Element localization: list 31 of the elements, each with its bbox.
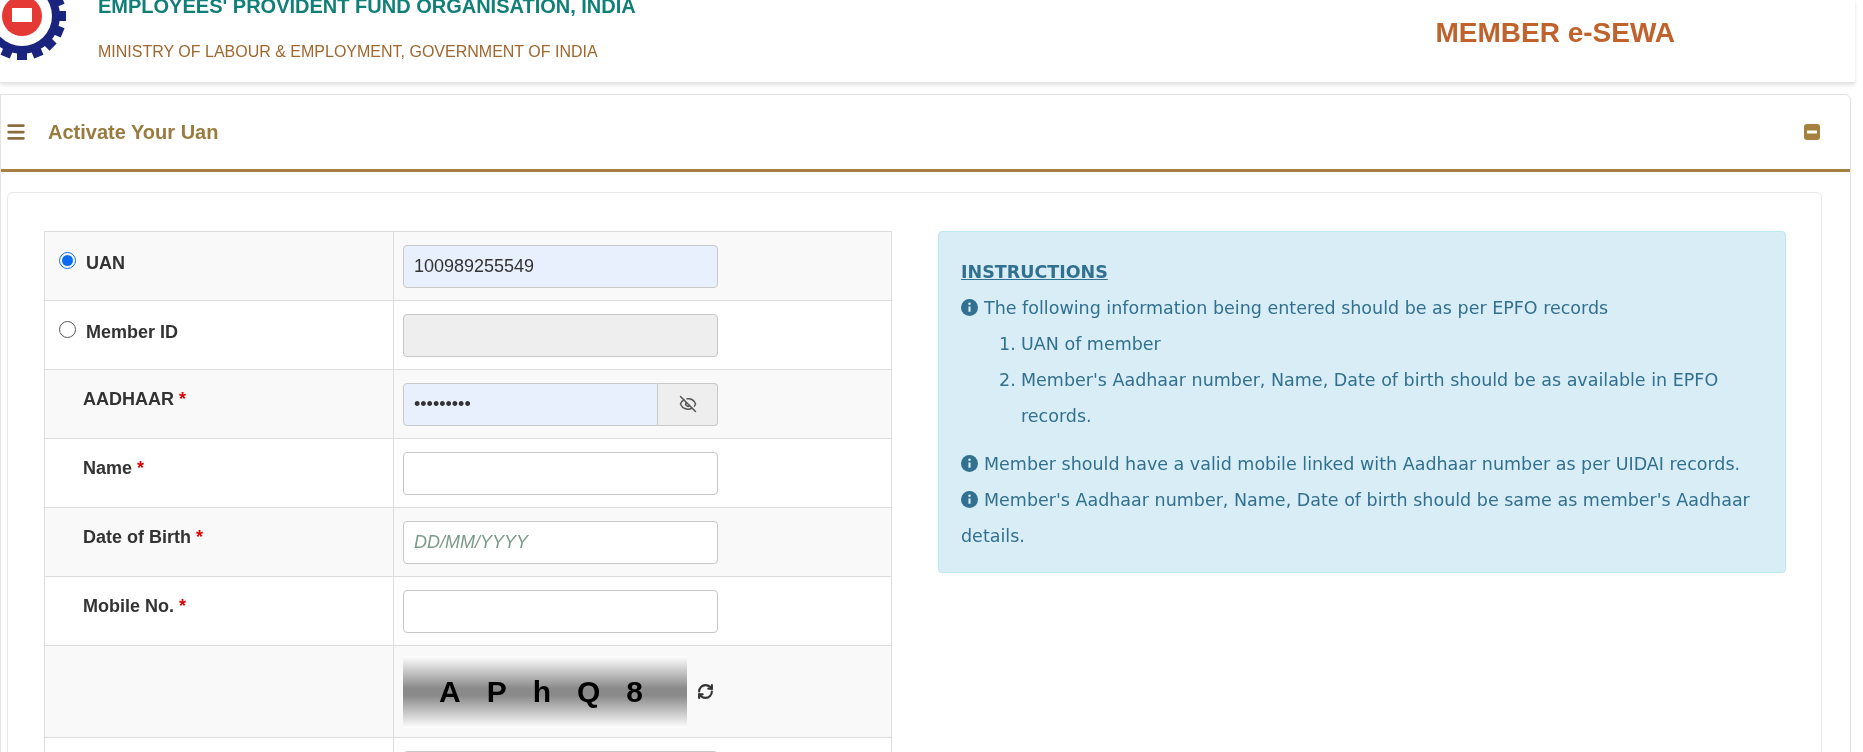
instruction-item: UAN of member [1021, 333, 1161, 356]
panel-title: Activate Your Uan [48, 120, 219, 145]
eye-slash-icon [678, 395, 697, 413]
menu-icon[interactable] [5, 121, 27, 143]
portal-title: MEMBER e-SEWA [1435, 16, 1675, 50]
info-icon [961, 299, 978, 316]
input-field[interactable] [403, 451, 718, 495]
instruction-item: Member's Aadhaar number, Name, Date of birth should be as available in EPFO records. [1021, 369, 1720, 428]
captcha-image: APhQ8 [403, 655, 687, 728]
toggle-visibility-button[interactable] [658, 382, 718, 426]
field-label: AADHAAR * [83, 388, 186, 411]
field-label: Date of Birth * [83, 526, 203, 549]
instruction-text: Member's Aadhaar number, Name, Date of birth should be same as member's Aadhaar details. [961, 489, 1751, 548]
input-field[interactable] [403, 589, 718, 633]
list-number: 1. [999, 333, 1017, 356]
instruction-text: The following information being entered should be as per EPFO records [961, 290, 1763, 326]
collapse-icon[interactable] [1804, 124, 1820, 140]
info-icon [961, 491, 978, 508]
input-field[interactable]: 100989255549 [403, 244, 718, 288]
field-label: Name * [83, 457, 145, 480]
refresh-icon[interactable] [697, 683, 714, 700]
ministry-subtitle: MINISTRY OF LABOUR & EMPLOYMENT, GOVERNMENT OF INDIA [98, 42, 599, 62]
field-label: Mobile No. * [83, 595, 186, 618]
info-icon [961, 455, 978, 472]
field-label: UAN [86, 252, 125, 275]
instructions-title: INSTRUCTIONS [961, 261, 1109, 284]
aadhaar-field[interactable]: ••••••••• [403, 382, 658, 426]
field-label: Member ID [86, 321, 179, 344]
list-number: 2. [999, 369, 1017, 392]
instruction-text: Member should have a valid mobile linked with Aadhaar number as per UIDAI records. [961, 446, 1763, 482]
input-field[interactable]: DD/MM/YYYY [403, 520, 718, 564]
